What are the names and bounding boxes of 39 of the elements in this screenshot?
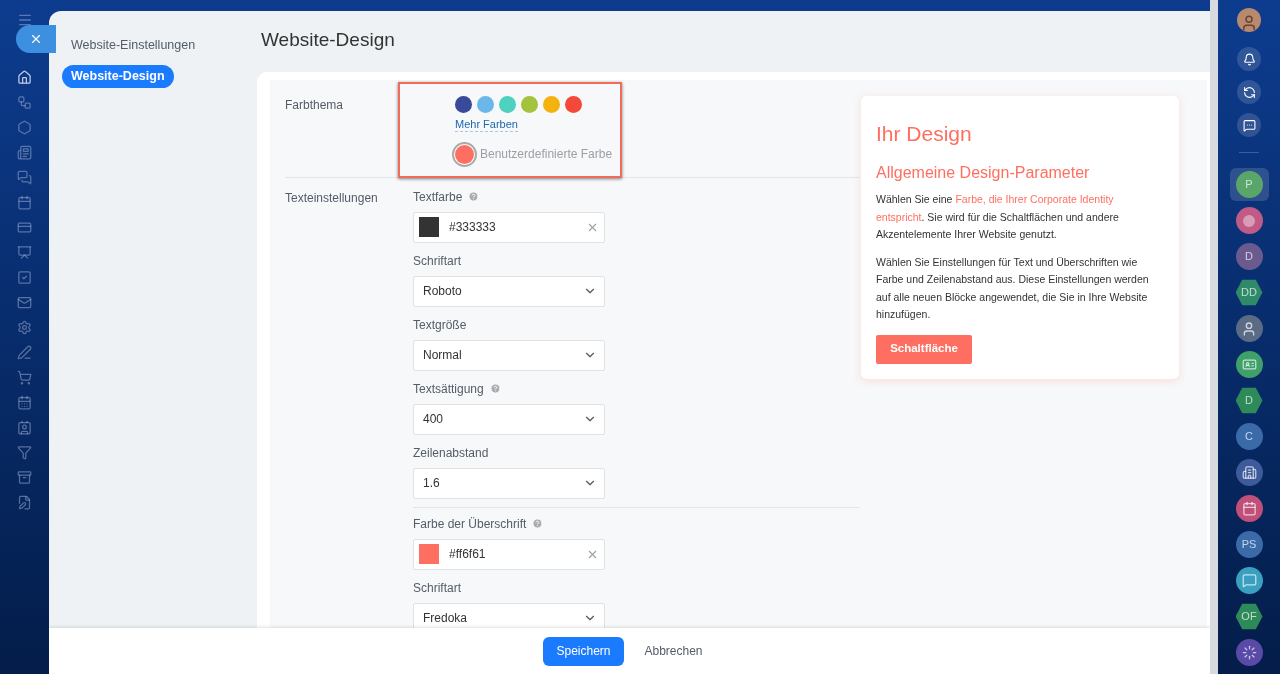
select-field[interactable]: Fredoka [413,602,605,628]
section-label: Farbthema [285,96,345,114]
avatar[interactable]: C [1235,423,1263,450]
preview-link[interactable]: entspricht [876,210,922,223]
select-field[interactable]: 1.6 [413,467,605,499]
color-value: #333333 [449,219,497,236]
select-field[interactable]: Roboto [413,275,605,307]
field-label: Zeilenabstand [413,444,489,462]
more-colors-link[interactable]: Mehr Farben [455,116,518,132]
preview-paragraph: Wählen Sie eine Farbe, die Ihrer Corporate Identity entspricht. Sie wird für die Schaltflächen und andere Akzentelemente Ihrer Website genutzt. [876,192,1120,242]
avatar[interactable]: D [1235,243,1263,270]
cancel-button[interactable]: Abbrechen [631,636,716,666]
custom-color-label: Benutzerdefinierte Farbe [480,146,613,163]
select-field[interactable]: Normal [413,339,605,371]
group-avatar[interactable]: DD [1235,279,1263,306]
group-avatar[interactable]: OF [1235,603,1263,630]
color-field[interactable]: #333333 [413,211,605,243]
preview-button[interactable]: Schaltfläche [876,334,972,364]
preview-paragraph: Wählen Sie Einstellungen für Text und Überschriften wie Farbe und Zeilenabstand aus. Diese Einstellungen werden auf alle neuen Blöcke angewendet, die Sie in Ihre Website hinzufügen. [876,254,1150,322]
avatar[interactable]: PS [1235,531,1263,558]
color-field[interactable]: #ff6f61 [413,538,605,570]
preview-subtitle: Allgemeine Design-Parameter [876,163,1091,183]
field-label: Schriftart [413,579,461,597]
color-value: #ff6f61 [449,546,487,563]
select-field[interactable]: 400 [413,403,605,435]
field-label: Schriftart [413,252,461,270]
section-label: Texteinstellungen [285,189,379,207]
field-label: Farbe der Überschrift [413,515,527,533]
nav-item[interactable]: Website-Einstellungen [62,34,205,57]
page-title: Website-Design [261,28,396,52]
field-label: Textsättigung [413,380,484,398]
save-button[interactable]: Speichern [543,636,624,666]
field-label: Textfarbe [413,188,463,206]
avatar[interactable]: P [1235,171,1263,198]
group-avatar[interactable]: D [1235,387,1263,414]
preview-link[interactable]: Farbe, die Ihrer Corporate Identity [955,193,1114,205]
preview-title: Ihr Design [876,120,973,147]
nav-item[interactable]: Website-Design [62,64,174,88]
field-label: Textgröße [413,316,467,334]
